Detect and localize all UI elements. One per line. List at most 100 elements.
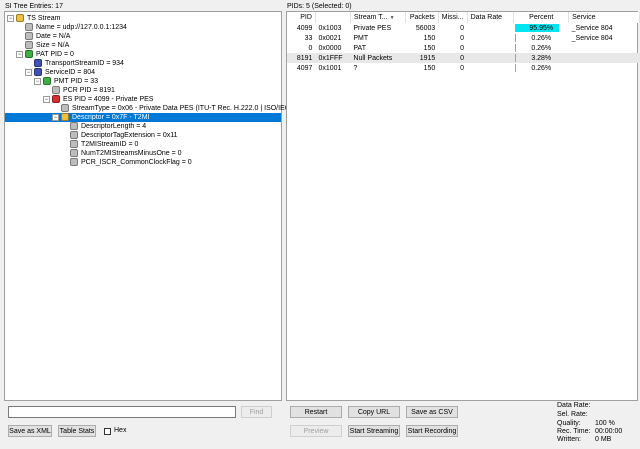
col-packets[interactable]: Packets [405,12,439,23]
pid-cell-service [569,43,640,53]
tree-node[interactable]: PCR_ISCR_CommonClockFlag = 0 [61,158,192,167]
si-tree-panel[interactable]: − TS Stream Name = udp://127.0.0.1:1234 Dat… [4,11,320,401]
col-percent[interactable]: Percent [513,12,570,23]
collapse-toggle-icon[interactable]: − [43,95,50,103]
pid-cell-service: _Service 804 [571,34,613,42]
es-pid-icon [52,95,60,104]
tree-node[interactable]: TransportStreamID = 934 [25,59,124,68]
pid-table-header: PID Stream T... ▼ Packets Missi... Data … [287,12,640,23]
collapse-toggle-icon[interactable]: − [7,14,14,22]
pid-cell-hex: 0x0000 [318,44,342,52]
pid-cell-rate [467,23,514,33]
col-missing[interactable]: Missi... [438,12,468,23]
save-as-xml-button[interactable]: Save as XML [8,425,52,437]
pid-cell-hex: 0x1001 [318,64,342,72]
percent-text: 3.28% [531,54,552,62]
percent-bar [514,34,516,42]
save-as-csv-button[interactable]: Save as CSV [406,406,458,418]
pid-cell-pid: 33 [304,34,313,42]
col-data-rate[interactable]: Data Rate [467,12,515,23]
tree-node-label: Date = N/A [36,33,71,40]
folder-icon [61,113,69,122]
tree-node[interactable]: − Descriptor = 0x7F - T2MI [5,113,281,122]
hex-checkbox-label: Hex [114,427,127,434]
percent-text: 95.95% [529,24,554,32]
tree-node[interactable]: PCR PID = 8191 [43,86,115,95]
tree-node[interactable]: − ES PID = 4099 - Private PES [43,95,153,104]
tree-node-label: DescriptorLength = 4 [81,123,147,130]
hex-checkbox[interactable] [104,428,111,435]
tree-node-label: PCR PID = 8191 [63,87,115,94]
col-service[interactable]: Service [568,12,640,23]
col-pid-hex[interactable] [315,12,351,23]
tree-node[interactable]: DescriptorLength = 4 [61,122,146,131]
pid-row[interactable]: 8191 0x1FFF Null Packets 1915 0 3.28% [287,53,640,63]
property-icon [70,122,78,131]
pid-cell-packets: 150 [423,34,436,42]
rec-time-value: 00:00:00 [595,428,623,435]
collapse-toggle-icon[interactable]: − [16,50,23,58]
property-icon [70,149,78,158]
pid-cell-pid: 4097 [296,64,313,72]
pid-cell-type: Null Packets [350,53,406,63]
info-icon [34,68,42,77]
find-button[interactable]: Find [241,406,272,418]
property-icon [52,86,60,95]
tree-node[interactable]: Date = N/A [16,32,70,41]
pid-cell-hex: 0x1FFF [315,53,351,63]
tree-node[interactable]: − PMT PID = 33 [34,77,98,86]
percent-text: 0.26% [531,44,552,52]
pid-cell-rate [467,53,514,63]
pid-cell-packets: 1915 [405,53,439,63]
tree-node-label: Name = udp://127.0.0.1:1234 [36,24,127,31]
tree-node[interactable]: − TS Stream [7,14,60,23]
pid-row[interactable]: 4099 0x1003 Private PES 56003 0 95.95% _Servic… [287,23,640,33]
restart-button[interactable]: Restart [290,406,342,418]
pid-row[interactable]: 0 0x0000 PAT 150 0 0.26% [287,43,640,53]
pid-cell-type: PMT [353,34,369,42]
start-streaming-button[interactable]: Start Streaming [348,425,400,437]
pid-cell-missing: 0 [460,44,465,52]
pid-cell-service: _Service 804 [571,24,613,32]
pids-count-label: PIDs: 5 (Selected: 0) [287,3,352,10]
tree-node[interactable]: StreamType = 0x06 - Private Data PES (IT… [52,104,320,113]
pid-cell-rate [467,33,514,43]
table-stats-button[interactable]: Table Stats [58,425,96,437]
tree-node[interactable]: − PAT PID = 0 [16,50,74,59]
pid-cell-type: Private PES [353,24,392,32]
search-input[interactable] [8,406,236,418]
tree-node[interactable]: Name = udp://127.0.0.1:1234 [16,23,127,32]
collapse-toggle-icon[interactable]: − [52,113,59,121]
pid-row[interactable]: 4097 0x1001? 150 0 0.26% [287,63,640,73]
pid-cell-pid: 4099 [296,24,313,32]
percent-bar [514,64,516,72]
pid-table[interactable]: PID Stream T... ▼ Packets Missi... Data … [287,12,640,73]
pid-cell-percent: 0.26% [514,63,569,73]
tree-node[interactable]: NumT2MIStreamsMinusOne = 0 [61,149,182,158]
pid-cell-packets: 150 [423,64,436,72]
tree-node-label: PCR_ISCR_CommonClockFlag = 0 [81,159,192,166]
tree-node[interactable]: − ServiceID = 804 [25,68,95,77]
tree-node-label: ServiceID = 804 [45,69,95,76]
pid-row[interactable]: 33 0x0021 PMT 150 0 0.26% _Service 804 [287,33,640,43]
property-icon [25,23,33,32]
tree-node[interactable]: Size = N/A [16,41,69,50]
percent-bar [514,44,516,52]
tree-node-label: ES PID = 4099 - Private PES [63,96,154,103]
tree-node-label: PMT PID = 33 [54,78,99,85]
sort-down-icon: ▼ [389,15,395,21]
collapse-toggle-icon[interactable]: − [34,77,41,85]
pid-cell-service [569,63,640,73]
pid-cell-type: ? [353,64,358,72]
property-icon [70,158,78,167]
pid-table-body: 4099 0x1003 Private PES 56003 0 95.95% _Servic… [287,23,640,73]
copy-url-button[interactable]: Copy URL [348,406,400,418]
tree-node[interactable]: T2MIStreamID = 0 [61,140,138,149]
tree-node[interactable]: DescriptorTagExtension = 0x11 [61,131,178,140]
preview-button[interactable]: Preview [290,425,342,437]
col-pid[interactable]: PID [287,12,316,23]
col-stream-type[interactable]: Stream T... ▼ [350,12,406,23]
start-recording-button[interactable]: Start Recording [406,425,458,437]
collapse-toggle-icon[interactable]: − [25,68,32,76]
pid-cell-missing: 0 [460,34,465,42]
